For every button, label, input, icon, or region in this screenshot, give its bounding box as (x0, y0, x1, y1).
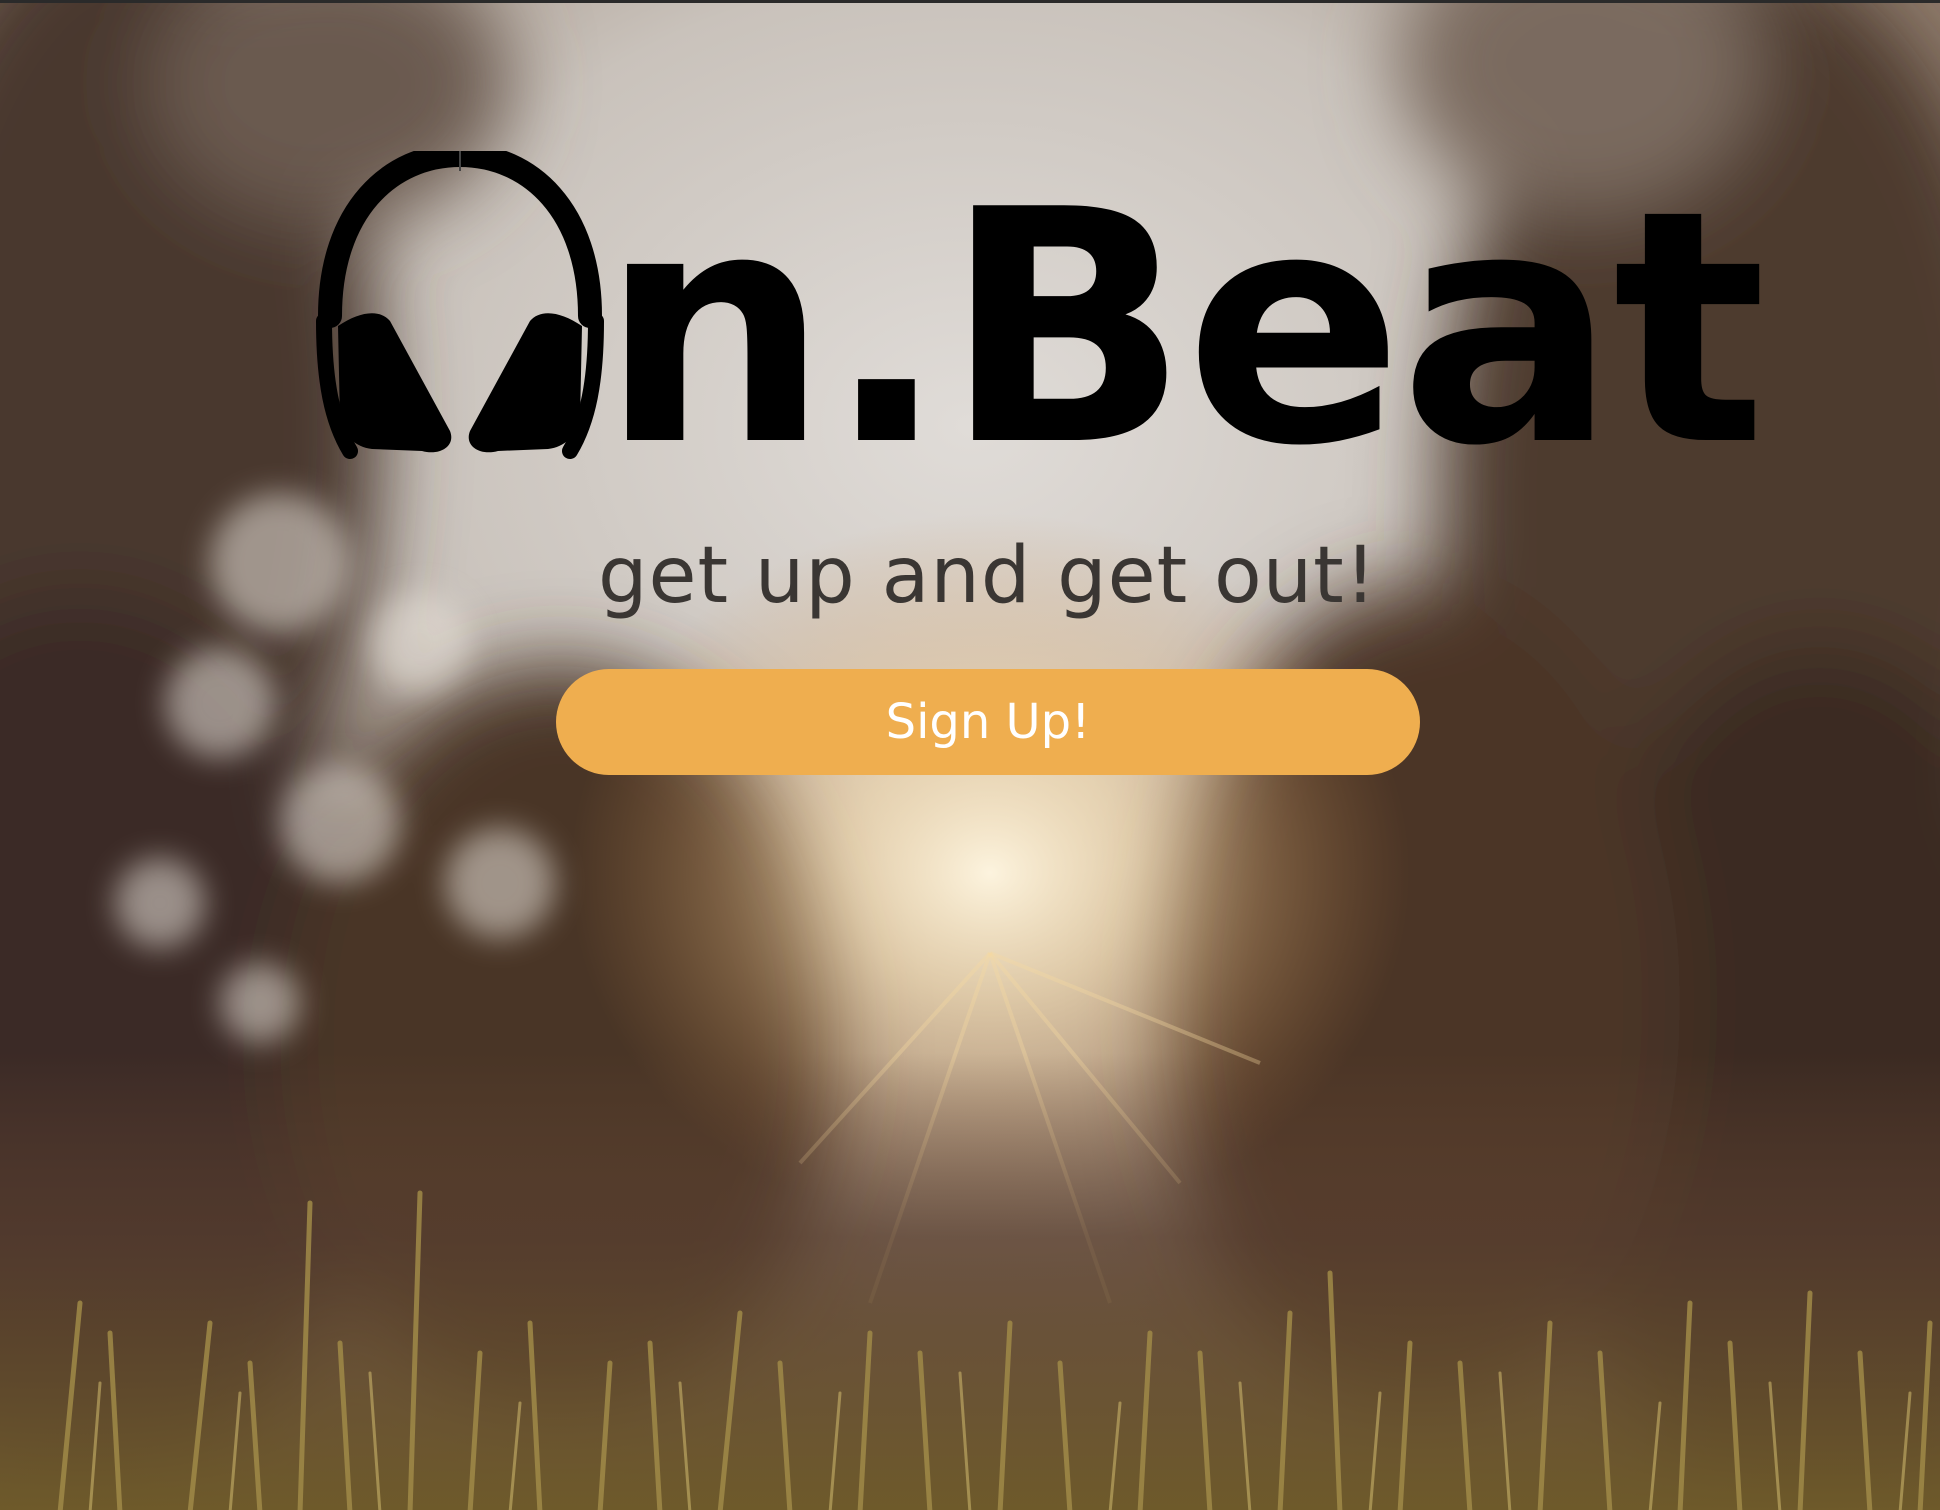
headphones-icon (316, 151, 604, 459)
signup-button[interactable]: Sign Up! (556, 669, 1420, 775)
hero-section: n.Beat get up and get out! Sign Up! (0, 3, 1940, 803)
landing-page: n.Beat get up and get out! Sign Up! (0, 0, 1940, 1510)
tagline: get up and get out! (597, 531, 1378, 621)
brand-name: n.Beat (600, 141, 1767, 516)
brand-logo: n.Beat (310, 151, 1767, 490)
